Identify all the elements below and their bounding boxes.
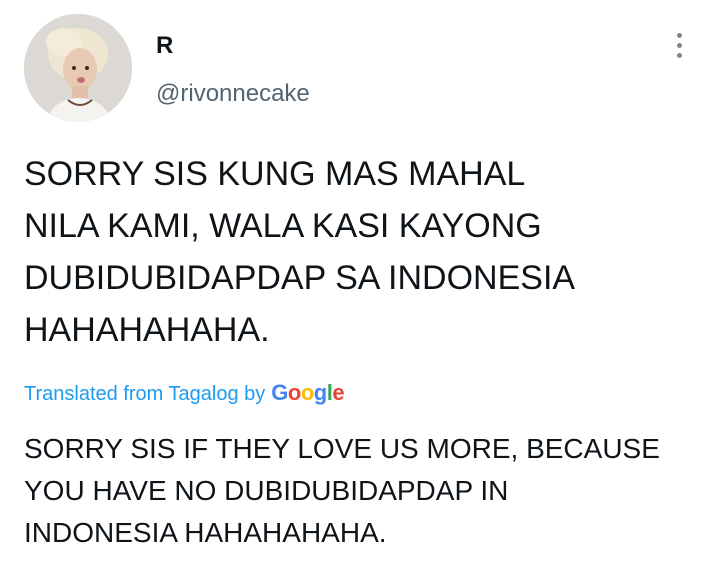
translated-text-line: SORRY SIS IF THEY LOVE US MORE, BECAUSE	[24, 433, 660, 464]
avatar[interactable]	[24, 14, 132, 122]
translated-text-line: YOU HAVE NO DUBIDUBIDAPDAP IN	[24, 475, 509, 506]
google-logo: Google	[271, 380, 345, 405]
tweet-text-line: NILA KAMI, WALA KASI KAYONG	[24, 207, 542, 245]
profile-photo	[24, 14, 132, 122]
tweet-text-line: DUBIDUBIDAPDAP SA INDONESIA	[24, 259, 576, 297]
display-name[interactable]: R	[156, 32, 173, 60]
translated-text: SORRY SIS IF THEY LOVE US MORE, BECAUSE …	[24, 428, 704, 554]
more-dot	[676, 32, 682, 38]
translated-from-link[interactable]: Translated from Tagalog by	[24, 383, 265, 406]
translation-attribution: Translated from Tagalog by Google	[24, 380, 345, 406]
tweet-text-line: HAHAHAHAHA.	[24, 311, 270, 349]
translated-text-line: INDONESIA HAHAHAHAHA.	[24, 517, 387, 548]
tweet-text: SORRY SIS KUNG MAS MAHAL NILA KAMI, WALA…	[24, 148, 684, 356]
more-dot	[676, 52, 682, 58]
more-vertical-icon[interactable]	[664, 28, 694, 62]
tweet-text-line: SORRY SIS KUNG MAS MAHAL	[24, 155, 526, 193]
user-handle[interactable]: @rivonnecake	[156, 80, 310, 108]
more-dot	[676, 42, 682, 48]
